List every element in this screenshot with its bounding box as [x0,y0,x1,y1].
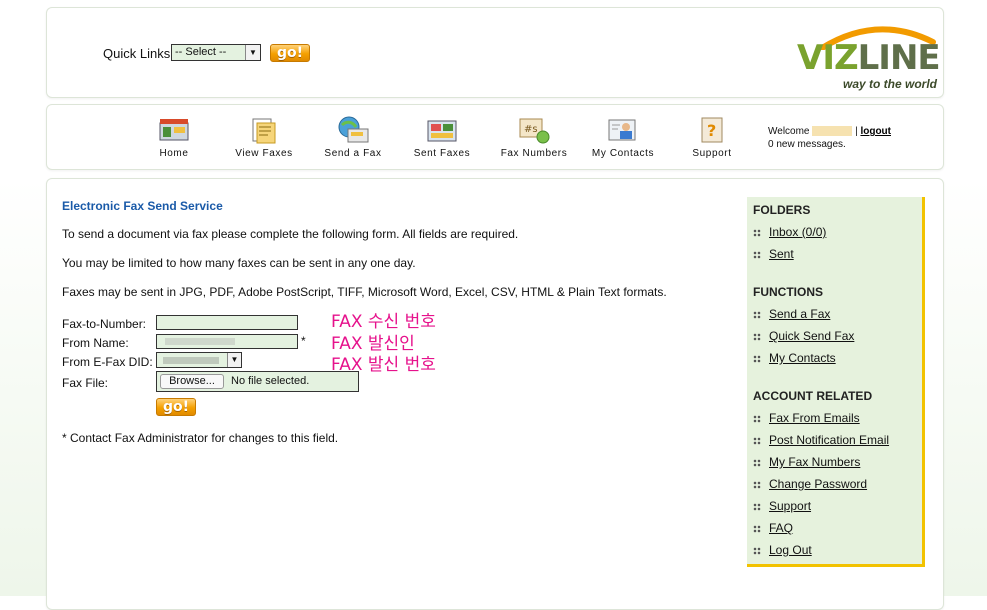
nav-label-my-contacts: My Contacts [591,148,655,159]
sidebar-item-send-fax[interactable]: Send a Fax [753,307,830,321]
nav-label-home: Home [159,148,189,159]
from-did-redacted [163,357,219,364]
svg-text:#s: #s [524,124,538,135]
from-name-redacted [165,338,235,345]
new-messages-text: 0 new messages. [768,139,846,150]
required-mark: * [301,334,306,348]
sidebar-item-my-fax-numbers[interactable]: My Fax Numbers [753,455,860,469]
functions-title: FUNCTIONS [753,285,823,299]
fax-numbers-icon: #s [517,115,551,145]
sidebar-item-fax-from-emails[interactable]: Fax From Emails [753,411,860,425]
bullet-icon [753,546,761,555]
browse-button[interactable]: Browse... [160,374,224,389]
sidebar-item-quick-send[interactable]: Quick Send Fax [753,329,854,343]
contacts-icon [606,115,640,145]
sidebar-item-change-password[interactable]: Change Password [753,477,867,491]
bullet-icon [753,228,761,237]
sidebar-item-faq[interactable]: FAQ [753,521,793,535]
nav-view-faxes[interactable]: View Faxes [224,115,304,159]
from-did-select[interactable]: ▼ [156,352,242,368]
intro-text: To send a document via fax please comple… [62,227,519,241]
support-icon: ? [695,115,729,145]
quick-links-label: Quick Links: [103,46,174,61]
view-faxes-icon [247,115,281,145]
bullet-icon [753,354,761,363]
bullet-icon [753,250,761,259]
fax-to-number-input[interactable] [156,315,298,330]
nav-label-send-fax: Send a Fax [324,148,382,159]
sidebar-item-inbox[interactable]: Inbox (0/0) [753,225,826,239]
admin-note: * Contact Fax Administrator for changes … [62,431,339,445]
fax-to-label: Fax-to-Number: [62,317,147,331]
bullet-icon [753,524,761,533]
logo-part-line: LINE [857,38,941,78]
send-go-button[interactable]: go! [156,398,196,416]
logout-link[interactable]: logout [860,126,891,137]
nav-home[interactable]: Home [134,115,214,159]
welcome-area: Welcome | logout 0 new messages. [768,125,891,151]
fax-file-input[interactable]: Browse... No file selected. [156,371,359,392]
sidebar-item-post-notification[interactable]: Post Notification Email [753,433,889,447]
username-redacted [812,126,853,137]
send-fax-icon [336,115,370,145]
vizline-logo: VIZLINE way to the world [797,20,942,92]
chevron-down-icon: ▼ [245,45,260,60]
welcome-prefix: Welcome [768,126,810,137]
bullet-icon [753,414,761,423]
formats-text: Faxes may be sent in JPG, PDF, Adobe Pos… [62,285,667,299]
nav-fax-numbers[interactable]: #s Fax Numbers [494,115,574,159]
bullet-icon [753,332,761,341]
bullet-icon [753,480,761,489]
bullet-icon [753,502,761,511]
chevron-down-icon: ▼ [227,353,241,367]
logo-part-viz: VIZ [797,38,859,78]
sidebar-item-sent[interactable]: Sent [753,247,794,261]
account-title: ACCOUNT RELATED [753,389,873,403]
sidebar: FOLDERS Inbox (0/0) Sent FUNCTIONS Send … [747,197,925,567]
from-name-label: From Name: [62,336,129,350]
header-panel: Quick Links: -- Select -- ▼ go! VIZLINE … [46,7,944,98]
from-did-label: From E-Fax DID: [62,355,153,369]
no-file-text: No file selected. [231,375,310,387]
nav-label-view-faxes: View Faxes [235,148,293,159]
logo-tagline: way to the world [843,77,938,91]
svg-text:?: ? [707,121,716,140]
quick-links-go-button[interactable]: go! [270,44,310,62]
bullet-icon [753,436,761,445]
nav-my-contacts[interactable]: My Contacts [583,115,663,159]
nav-panel: Home View Faxes Send a Fax Sent Faxes #s… [46,104,944,170]
sidebar-item-log-out[interactable]: Log Out [753,543,812,557]
quick-links-select[interactable]: -- Select -- ▼ [171,44,261,61]
sidebar-item-support[interactable]: Support [753,499,811,513]
page-title: Electronic Fax Send Service [62,199,223,213]
nav-label-fax-numbers: Fax Numbers [500,148,568,159]
fax-file-label: Fax File: [62,376,109,390]
nav-support[interactable]: ? Support [672,115,752,159]
quick-links-selected: -- Select -- [175,46,227,58]
nav-label-support: Support [692,148,732,159]
limit-text: You may be limited to how many faxes can… [62,256,416,270]
welcome-separator: | [855,126,858,137]
sent-faxes-icon [425,115,459,145]
folders-title: FOLDERS [753,203,811,217]
annotation-fax-sender-number: FAX 발신 번호 [331,355,436,375]
nav-sent-faxes[interactable]: Sent Faxes [402,115,482,159]
nav-send-fax[interactable]: Send a Fax [313,115,393,159]
sidebar-item-my-contacts[interactable]: My Contacts [753,351,836,365]
bullet-icon [753,458,761,467]
from-name-input[interactable] [156,334,298,349]
nav-label-sent-faxes: Sent Faxes [413,148,471,159]
home-icon [157,115,191,145]
bullet-icon [753,310,761,319]
main-panel: Electronic Fax Send Service To send a do… [46,178,944,610]
